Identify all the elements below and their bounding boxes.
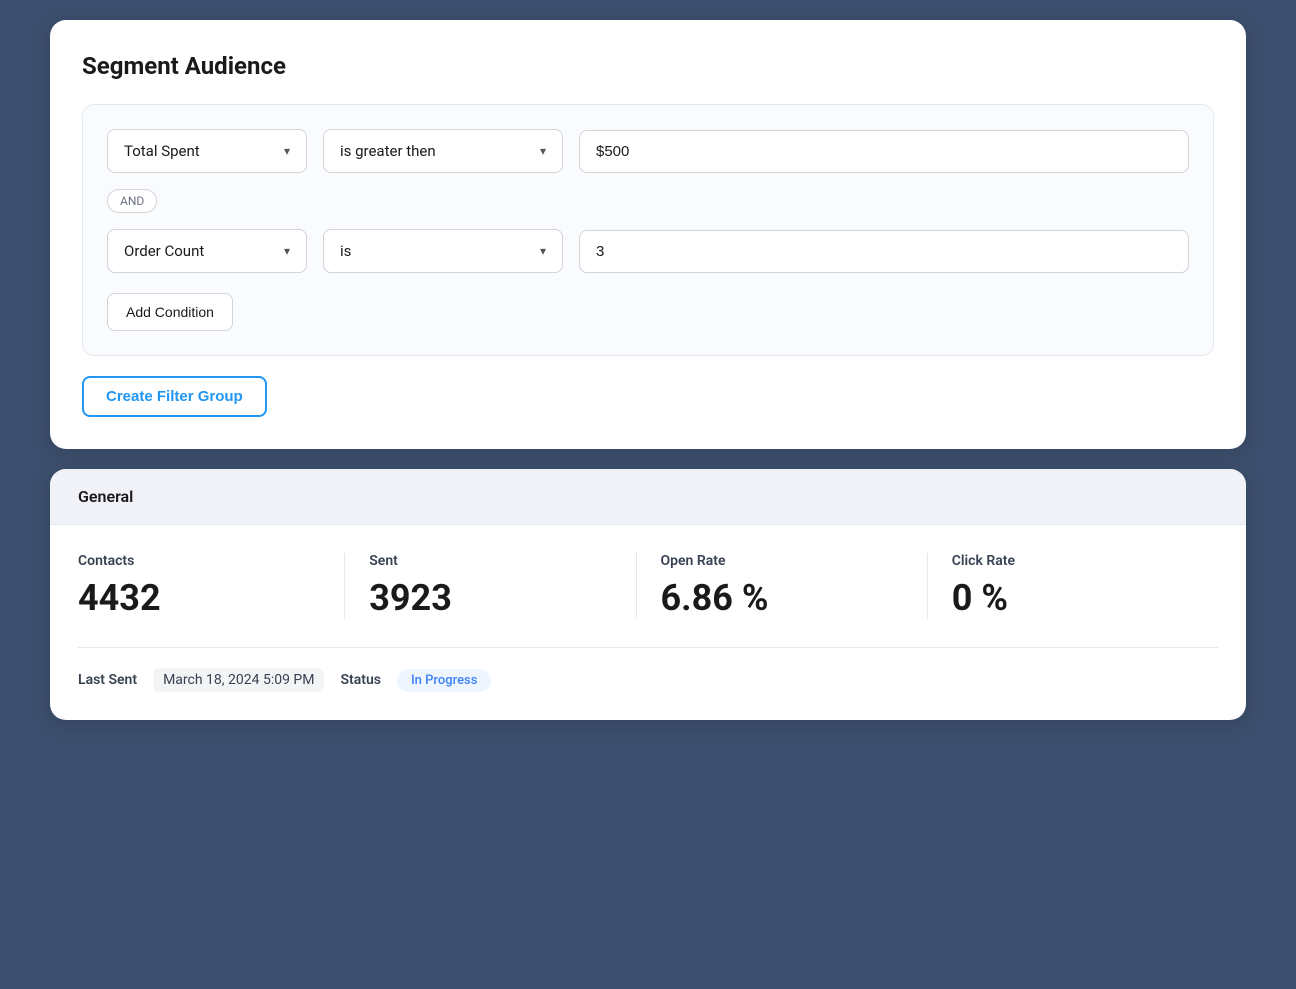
field-select-1-value: Total Spent bbox=[124, 142, 200, 160]
chevron-down-icon-3: ▾ bbox=[284, 244, 290, 258]
create-filter-group-label: Create Filter Group bbox=[106, 388, 243, 405]
value-input-2[interactable] bbox=[579, 230, 1189, 273]
stats-body: Contacts 4432 Sent 3923 Open Rate 6.86 %… bbox=[50, 525, 1246, 720]
field-select-2-value: Order Count bbox=[124, 242, 204, 260]
open-rate-value: 6.86 % bbox=[661, 577, 903, 619]
chevron-down-icon-4: ▾ bbox=[540, 244, 546, 258]
status-label: Status bbox=[340, 672, 380, 688]
click-rate-label: Click Rate bbox=[952, 553, 1194, 569]
operator-select-2[interactable]: is ▾ bbox=[323, 229, 563, 273]
click-rate-value: 0 % bbox=[952, 577, 1194, 619]
metric-sent: Sent 3923 bbox=[345, 553, 636, 619]
create-filter-group-button[interactable]: Create Filter Group bbox=[82, 376, 267, 417]
and-connector: AND bbox=[107, 189, 157, 213]
contacts-value: 4432 bbox=[78, 577, 320, 619]
sent-value: 3923 bbox=[369, 577, 611, 619]
metric-open-rate: Open Rate 6.86 % bbox=[637, 553, 928, 619]
chevron-down-icon-2: ▾ bbox=[540, 144, 546, 158]
open-rate-label: Open Rate bbox=[661, 553, 903, 569]
contacts-label: Contacts bbox=[78, 553, 320, 569]
value-input-1[interactable] bbox=[579, 130, 1189, 173]
operator-select-2-value: is bbox=[340, 242, 351, 260]
condition-row-1: Total Spent ▾ is greater then ▾ bbox=[107, 129, 1189, 173]
metric-click-rate: Click Rate 0 % bbox=[928, 553, 1218, 619]
last-sent-value: March 18, 2024 5:09 PM bbox=[153, 668, 324, 692]
operator-select-1[interactable]: is greater then ▾ bbox=[323, 129, 563, 173]
stats-footer: Last Sent March 18, 2024 5:09 PM Status … bbox=[78, 647, 1218, 692]
status-badge: In Progress bbox=[397, 669, 491, 692]
last-sent-label: Last Sent bbox=[78, 672, 137, 688]
general-title: General bbox=[78, 487, 133, 506]
metric-contacts: Contacts 4432 bbox=[78, 553, 345, 619]
general-section-header: General bbox=[50, 469, 1246, 525]
field-select-2[interactable]: Order Count ▾ bbox=[107, 229, 307, 273]
page-title: Segment Audience bbox=[82, 52, 1214, 80]
condition-row-2: Order Count ▾ is ▾ bbox=[107, 229, 1189, 273]
segment-audience-card: Segment Audience Total Spent ▾ is greate… bbox=[50, 20, 1246, 449]
filter-group-box: Total Spent ▾ is greater then ▾ AND Orde… bbox=[82, 104, 1214, 356]
add-condition-label: Add Condition bbox=[126, 304, 214, 320]
field-select-1[interactable]: Total Spent ▾ bbox=[107, 129, 307, 173]
sent-label: Sent bbox=[369, 553, 611, 569]
chevron-down-icon-1: ▾ bbox=[284, 144, 290, 158]
general-stats-card: General Contacts 4432 Sent 3923 Open Rat… bbox=[50, 469, 1246, 720]
add-condition-button[interactable]: Add Condition bbox=[107, 293, 233, 331]
stats-metrics-row: Contacts 4432 Sent 3923 Open Rate 6.86 %… bbox=[78, 553, 1218, 619]
operator-select-1-value: is greater then bbox=[340, 142, 436, 160]
